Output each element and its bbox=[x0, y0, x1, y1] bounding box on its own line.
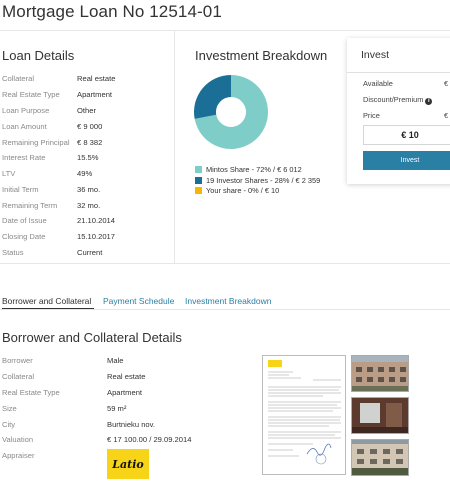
legend-swatch bbox=[195, 166, 202, 173]
document-preview-icon bbox=[268, 360, 341, 465]
detail-value: 21.10.2014 bbox=[77, 216, 116, 225]
detail-row-initial-term: Initial Term 36 mo. bbox=[2, 185, 172, 197]
detail-label: Remaining Principal bbox=[2, 138, 70, 147]
detail-label: Date of Issue bbox=[2, 216, 47, 225]
page-title: Mortgage Loan No 12514-01 bbox=[2, 2, 222, 21]
invest-label: Price bbox=[363, 111, 380, 120]
divider bbox=[0, 30, 450, 31]
detail-value: Other bbox=[77, 106, 96, 115]
tab-investment-breakdown[interactable]: Investment Breakdown bbox=[185, 296, 271, 306]
property-photo[interactable] bbox=[351, 355, 409, 392]
detail-value: Current bbox=[77, 248, 103, 257]
borrower-row-valuation: Valuation € 17 100.00 / 29.09.2014 bbox=[2, 435, 252, 447]
borrower-row-city: City Burtnieku nov. bbox=[2, 420, 252, 432]
invest-panel: Invest Available € Discount/Premium i Pric… bbox=[347, 38, 450, 184]
appraiser-logo-text: Latio bbox=[112, 457, 144, 471]
detail-value: Male bbox=[107, 356, 124, 365]
detail-label: Valuation bbox=[2, 435, 34, 444]
investment-donut-chart bbox=[194, 75, 268, 149]
detail-value: 15.10.2017 bbox=[77, 232, 116, 241]
legend-label: Mintos Share - 72% / € 6 012 bbox=[206, 165, 302, 174]
detail-row-ltv: LTV 49% bbox=[2, 169, 172, 181]
detail-label: Real Estate Type bbox=[2, 388, 60, 397]
invest-label: Discount/Premium bbox=[363, 95, 424, 104]
detail-value: 59 m² bbox=[107, 404, 127, 413]
detail-row-date-of-issue: Date of Issue 21.10.2014 bbox=[2, 216, 172, 228]
divider bbox=[174, 31, 175, 263]
invest-value: € bbox=[444, 111, 449, 120]
detail-label: Closing Date bbox=[2, 232, 46, 241]
detail-label: City bbox=[2, 420, 16, 429]
detail-value: 32 mo. bbox=[77, 201, 101, 210]
detail-row-remaining-term: Remaining Term 32 mo. bbox=[2, 201, 172, 213]
building-photo-icon bbox=[352, 440, 408, 475]
borrower-row-size: Size 59 m² bbox=[2, 404, 252, 416]
divider bbox=[0, 263, 450, 264]
detail-value: Apartment bbox=[107, 388, 143, 397]
detail-row-loan-purpose: Loan Purpose Other bbox=[2, 106, 172, 118]
detail-label: Appraiser bbox=[2, 451, 35, 460]
detail-row-loan-amount: Loan Amount € 9 000 bbox=[2, 122, 172, 134]
detail-label: LTV bbox=[2, 169, 16, 178]
appraiser-logo: Latio bbox=[107, 449, 149, 479]
detail-row-interest-rate: Interest Rate 15.5% bbox=[2, 153, 172, 165]
detail-row-status: Status Current bbox=[2, 248, 172, 260]
building-photo-icon bbox=[352, 356, 408, 391]
invest-row-price: Price € bbox=[363, 111, 450, 121]
detail-value: 49% bbox=[77, 169, 93, 178]
detail-value: € 17 100.00 / 29.09.2014 bbox=[107, 435, 192, 444]
loan-details-title: Loan Details bbox=[2, 48, 75, 63]
borrower-row-collateral: Collateral Real estate bbox=[2, 372, 252, 384]
detail-value: 15.5% bbox=[77, 153, 99, 162]
detail-value: Real estate bbox=[77, 74, 116, 83]
invest-button[interactable]: Invest bbox=[363, 151, 450, 170]
detail-label: Real Estate Type bbox=[2, 90, 60, 99]
detail-row-remaining-principal: Remaining Principal € 8 382 bbox=[2, 138, 172, 150]
invest-title: Invest bbox=[361, 49, 390, 61]
invest-row-discount: Discount/Premium i bbox=[363, 95, 450, 105]
room-photo-icon bbox=[352, 398, 408, 433]
detail-value: 36 mo. bbox=[77, 185, 101, 194]
detail-label: Loan Purpose bbox=[2, 106, 50, 115]
invest-row-available: Available € bbox=[363, 79, 450, 89]
detail-value: Burtnieku nov. bbox=[107, 420, 155, 429]
legend-swatch bbox=[195, 177, 202, 184]
detail-row-collateral: Collateral Real estate bbox=[2, 74, 172, 86]
property-photo[interactable] bbox=[351, 397, 409, 434]
detail-value: Apartment bbox=[77, 90, 113, 99]
detail-label: Size bbox=[2, 404, 17, 413]
legend-swatch bbox=[195, 187, 202, 194]
detail-row-closing-date: Closing Date 15.10.2017 bbox=[2, 232, 172, 244]
divider bbox=[0, 309, 450, 310]
tab-borrower-and-collateral[interactable]: Borrower and Collateral bbox=[2, 296, 91, 306]
document-thumbnail[interactable] bbox=[262, 355, 346, 475]
detail-label: Initial Term bbox=[2, 185, 39, 194]
legend-label: 19 Investor Shares - 28% / € 2 359 bbox=[206, 176, 321, 185]
detail-label: Borrower bbox=[2, 356, 33, 365]
investment-breakdown-title: Investment Breakdown bbox=[195, 48, 328, 63]
detail-label: Status bbox=[2, 248, 24, 257]
info-icon[interactable]: i bbox=[425, 98, 433, 105]
detail-row-real-estate-type: Real Estate Type Apartment bbox=[2, 90, 172, 102]
detail-label: Collateral bbox=[2, 372, 35, 381]
detail-label: Interest Rate bbox=[2, 153, 46, 162]
detail-label: Remaining Term bbox=[2, 201, 58, 210]
property-photo[interactable] bbox=[351, 439, 409, 476]
borrower-row-real-estate-type: Real Estate Type Apartment bbox=[2, 388, 252, 400]
detail-value: € 9 000 bbox=[77, 122, 103, 131]
tab-payment-schedule[interactable]: Payment Schedule bbox=[103, 296, 174, 306]
donut-slice-1 bbox=[194, 75, 231, 119]
detail-value: € 8 382 bbox=[77, 138, 103, 147]
detail-label: Loan Amount bbox=[2, 122, 47, 131]
legend-label: Your share - 0% / € 10 bbox=[206, 186, 280, 195]
invest-value: € bbox=[444, 79, 449, 88]
invest-label: Available bbox=[363, 79, 393, 88]
detail-label: Collateral bbox=[2, 74, 35, 83]
borrower-details-title: Borrower and Collateral Details bbox=[2, 330, 182, 345]
borrower-row-borrower: Borrower Male bbox=[2, 356, 252, 368]
divider bbox=[347, 72, 450, 73]
invest-amount-input[interactable]: € 10 bbox=[363, 125, 450, 145]
detail-value: Real estate bbox=[107, 372, 146, 381]
